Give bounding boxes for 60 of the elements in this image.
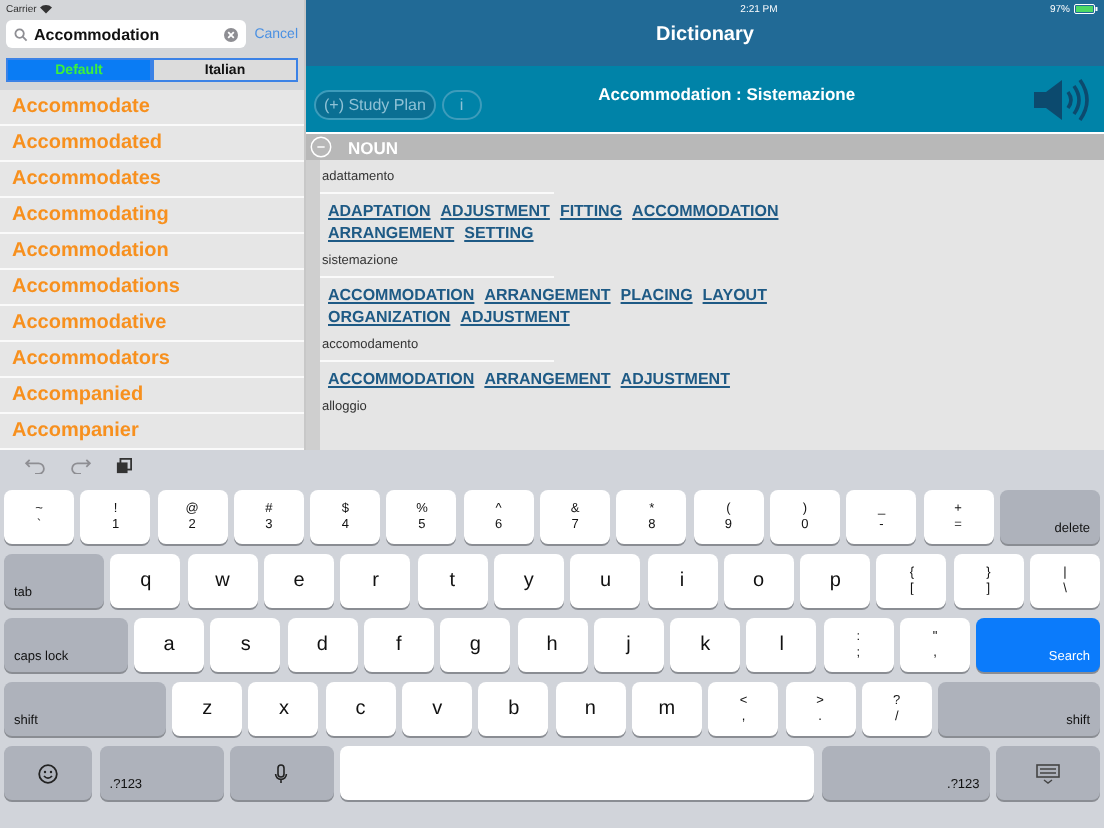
entry-title: Accommodation : Sistemazione [596, 83, 858, 103]
collapse-icon[interactable] [310, 136, 332, 158]
synonym-link[interactable]: LAYOUT [702, 286, 767, 306]
key[interactable]: j [593, 618, 664, 672]
undo-icon[interactable] [24, 457, 46, 473]
keyboard-icon [1036, 763, 1061, 783]
navigation-title: Dictionary [654, 24, 756, 46]
key[interactable]: q [110, 554, 181, 608]
synonym-link[interactable]: FITTING [559, 202, 623, 222]
section-title: NOUN [348, 137, 399, 157]
search-icon [14, 27, 28, 41]
synonym-link[interactable]: ADJUSTMENT [460, 308, 570, 328]
speaker-icon[interactable] [1032, 77, 1092, 121]
key[interactable]: o [723, 554, 794, 608]
key[interactable]: b [478, 682, 549, 736]
clear-icon[interactable] [224, 27, 239, 41]
synonym-link[interactable]: ARRANGEMENT [484, 370, 611, 390]
key[interactable]: r [340, 554, 411, 608]
key[interactable]: m [631, 682, 702, 736]
synonym-link[interactable]: ARRANGEMENT [484, 286, 611, 306]
key[interactable]: h [517, 618, 587, 672]
key[interactable]: z [172, 682, 243, 736]
key[interactable]: s [210, 618, 281, 672]
synonym-link[interactable]: ACCOMMODATION [632, 202, 779, 222]
key[interactable]: y [493, 554, 564, 608]
key[interactable]: e [264, 554, 335, 608]
synonym-link[interactable]: ADJUSTMENT [440, 202, 550, 222]
synonym-link[interactable]: ARRANGEMENT [328, 224, 455, 244]
synonym-link[interactable]: ACCOMMODATION [328, 286, 475, 306]
key[interactable]: t [417, 554, 488, 608]
key[interactable]: g [440, 618, 511, 672]
clipboard-icon[interactable] [116, 457, 132, 473]
key[interactable]: d [287, 618, 358, 672]
synonym-link[interactable]: SETTING [464, 224, 534, 244]
key[interactable]: i [647, 554, 718, 608]
emoji-key[interactable] [4, 746, 93, 800]
key[interactable]: u [570, 554, 641, 608]
hide-keyboard-key[interactable] [996, 746, 1100, 800]
smiley-icon [38, 763, 59, 783]
key[interactable]: v [402, 682, 473, 736]
key[interactable]: f [363, 618, 434, 672]
synonym-link[interactable]: ADAPTATION [328, 202, 431, 222]
synonym-link[interactable]: ACCOMMODATION [328, 370, 475, 390]
synonym-link[interactable]: ORGANIZATION [328, 308, 451, 328]
synonym-link[interactable]: PLACING [620, 286, 693, 306]
key[interactable]: a [134, 618, 205, 672]
key[interactable]: k [670, 618, 741, 672]
key[interactable]: c [325, 682, 396, 736]
wifi-icon [40, 4, 53, 14]
microphone-key[interactable] [229, 746, 334, 800]
key[interactable]: x [248, 682, 319, 736]
battery-icon [1074, 4, 1098, 14]
key[interactable]: n [555, 682, 626, 736]
microphone-icon [274, 763, 289, 783]
key[interactable]: l [746, 618, 817, 672]
key[interactable]: w [187, 554, 258, 608]
redo-icon[interactable] [70, 457, 92, 473]
synonym-link[interactable]: ADJUSTMENT [620, 370, 730, 390]
key[interactable]: p [800, 554, 871, 608]
search-field[interactable]: Accommodation [6, 20, 247, 48]
